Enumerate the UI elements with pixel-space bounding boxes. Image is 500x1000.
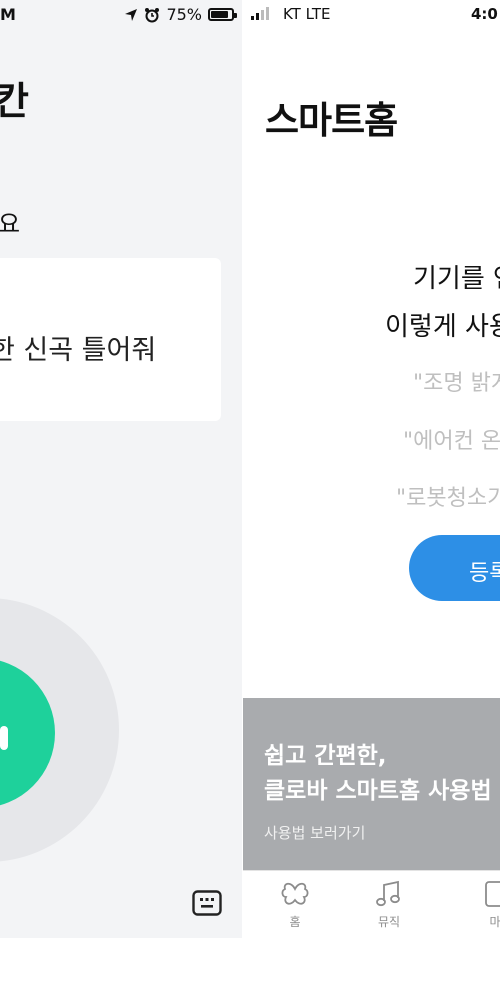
alarm-clock-icon [145,7,160,22]
guide-line-1: 기기를 연 [413,264,500,294]
battery-percent: 75% [166,5,202,24]
example-command: "조명 밝게 [413,371,500,396]
example-command: "로봇청소기 [396,486,500,511]
right-screen: KT LTE 4:0 스마트홈 기기를 연 이렇게 사용 "조명 밝게 "에어컨… [243,0,500,938]
left-screen: M 75% 칸 요 한 신곡 틀어줘 [0,0,242,938]
request-text: 한 신곡 틀어줘 [0,335,157,366]
request-card: 한 신곡 틀어줘 [0,258,221,421]
signal-icon [251,6,269,20]
music-note-icon [376,880,400,907]
status-bar: M 75% [0,0,242,30]
banner-title-line-1: 쉽고 간편한, [264,743,387,769]
tab-music[interactable]: 뮤직 [359,879,419,930]
location-arrow-icon [125,8,138,21]
battery-icon [208,8,237,21]
subtitle: 요 [0,210,21,238]
banner-link[interactable]: 사용법 보러가기 [264,822,365,843]
register-device-button[interactable]: 등록 [409,535,500,601]
clover-icon [281,882,309,905]
example-command: "에어컨 온 [403,429,500,454]
page-title: 칸 [0,79,29,123]
status-time: 4:0 [471,5,498,23]
register-button-label: 등록 [469,561,500,586]
tab-label: 뮤직 [377,915,401,929]
status-time: M [0,5,16,24]
page-title: 스마트홈 [265,99,398,142]
guide-banner[interactable]: 쉽고 간편한, 클로바 스마트홈 사용법 사용법 보러가기 [243,698,500,870]
tab-bar: 홈 뮤직 마 [243,870,500,938]
mic-icon [0,726,8,750]
tab-more[interactable]: 마 [465,879,500,930]
tab-label: 마 [489,915,500,929]
device-icon [485,881,500,907]
carrier-label: KT LTE [283,5,331,23]
status-bar: KT LTE 4:0 [243,0,500,30]
tab-label: 홈 [289,915,301,929]
guide-line-2: 이렇게 사용 [385,312,500,342]
banner-title-line-2: 클로바 스마트홈 사용법 [264,778,492,804]
keyboard-icon[interactable] [192,890,222,916]
tab-home[interactable]: 홈 [265,879,325,930]
